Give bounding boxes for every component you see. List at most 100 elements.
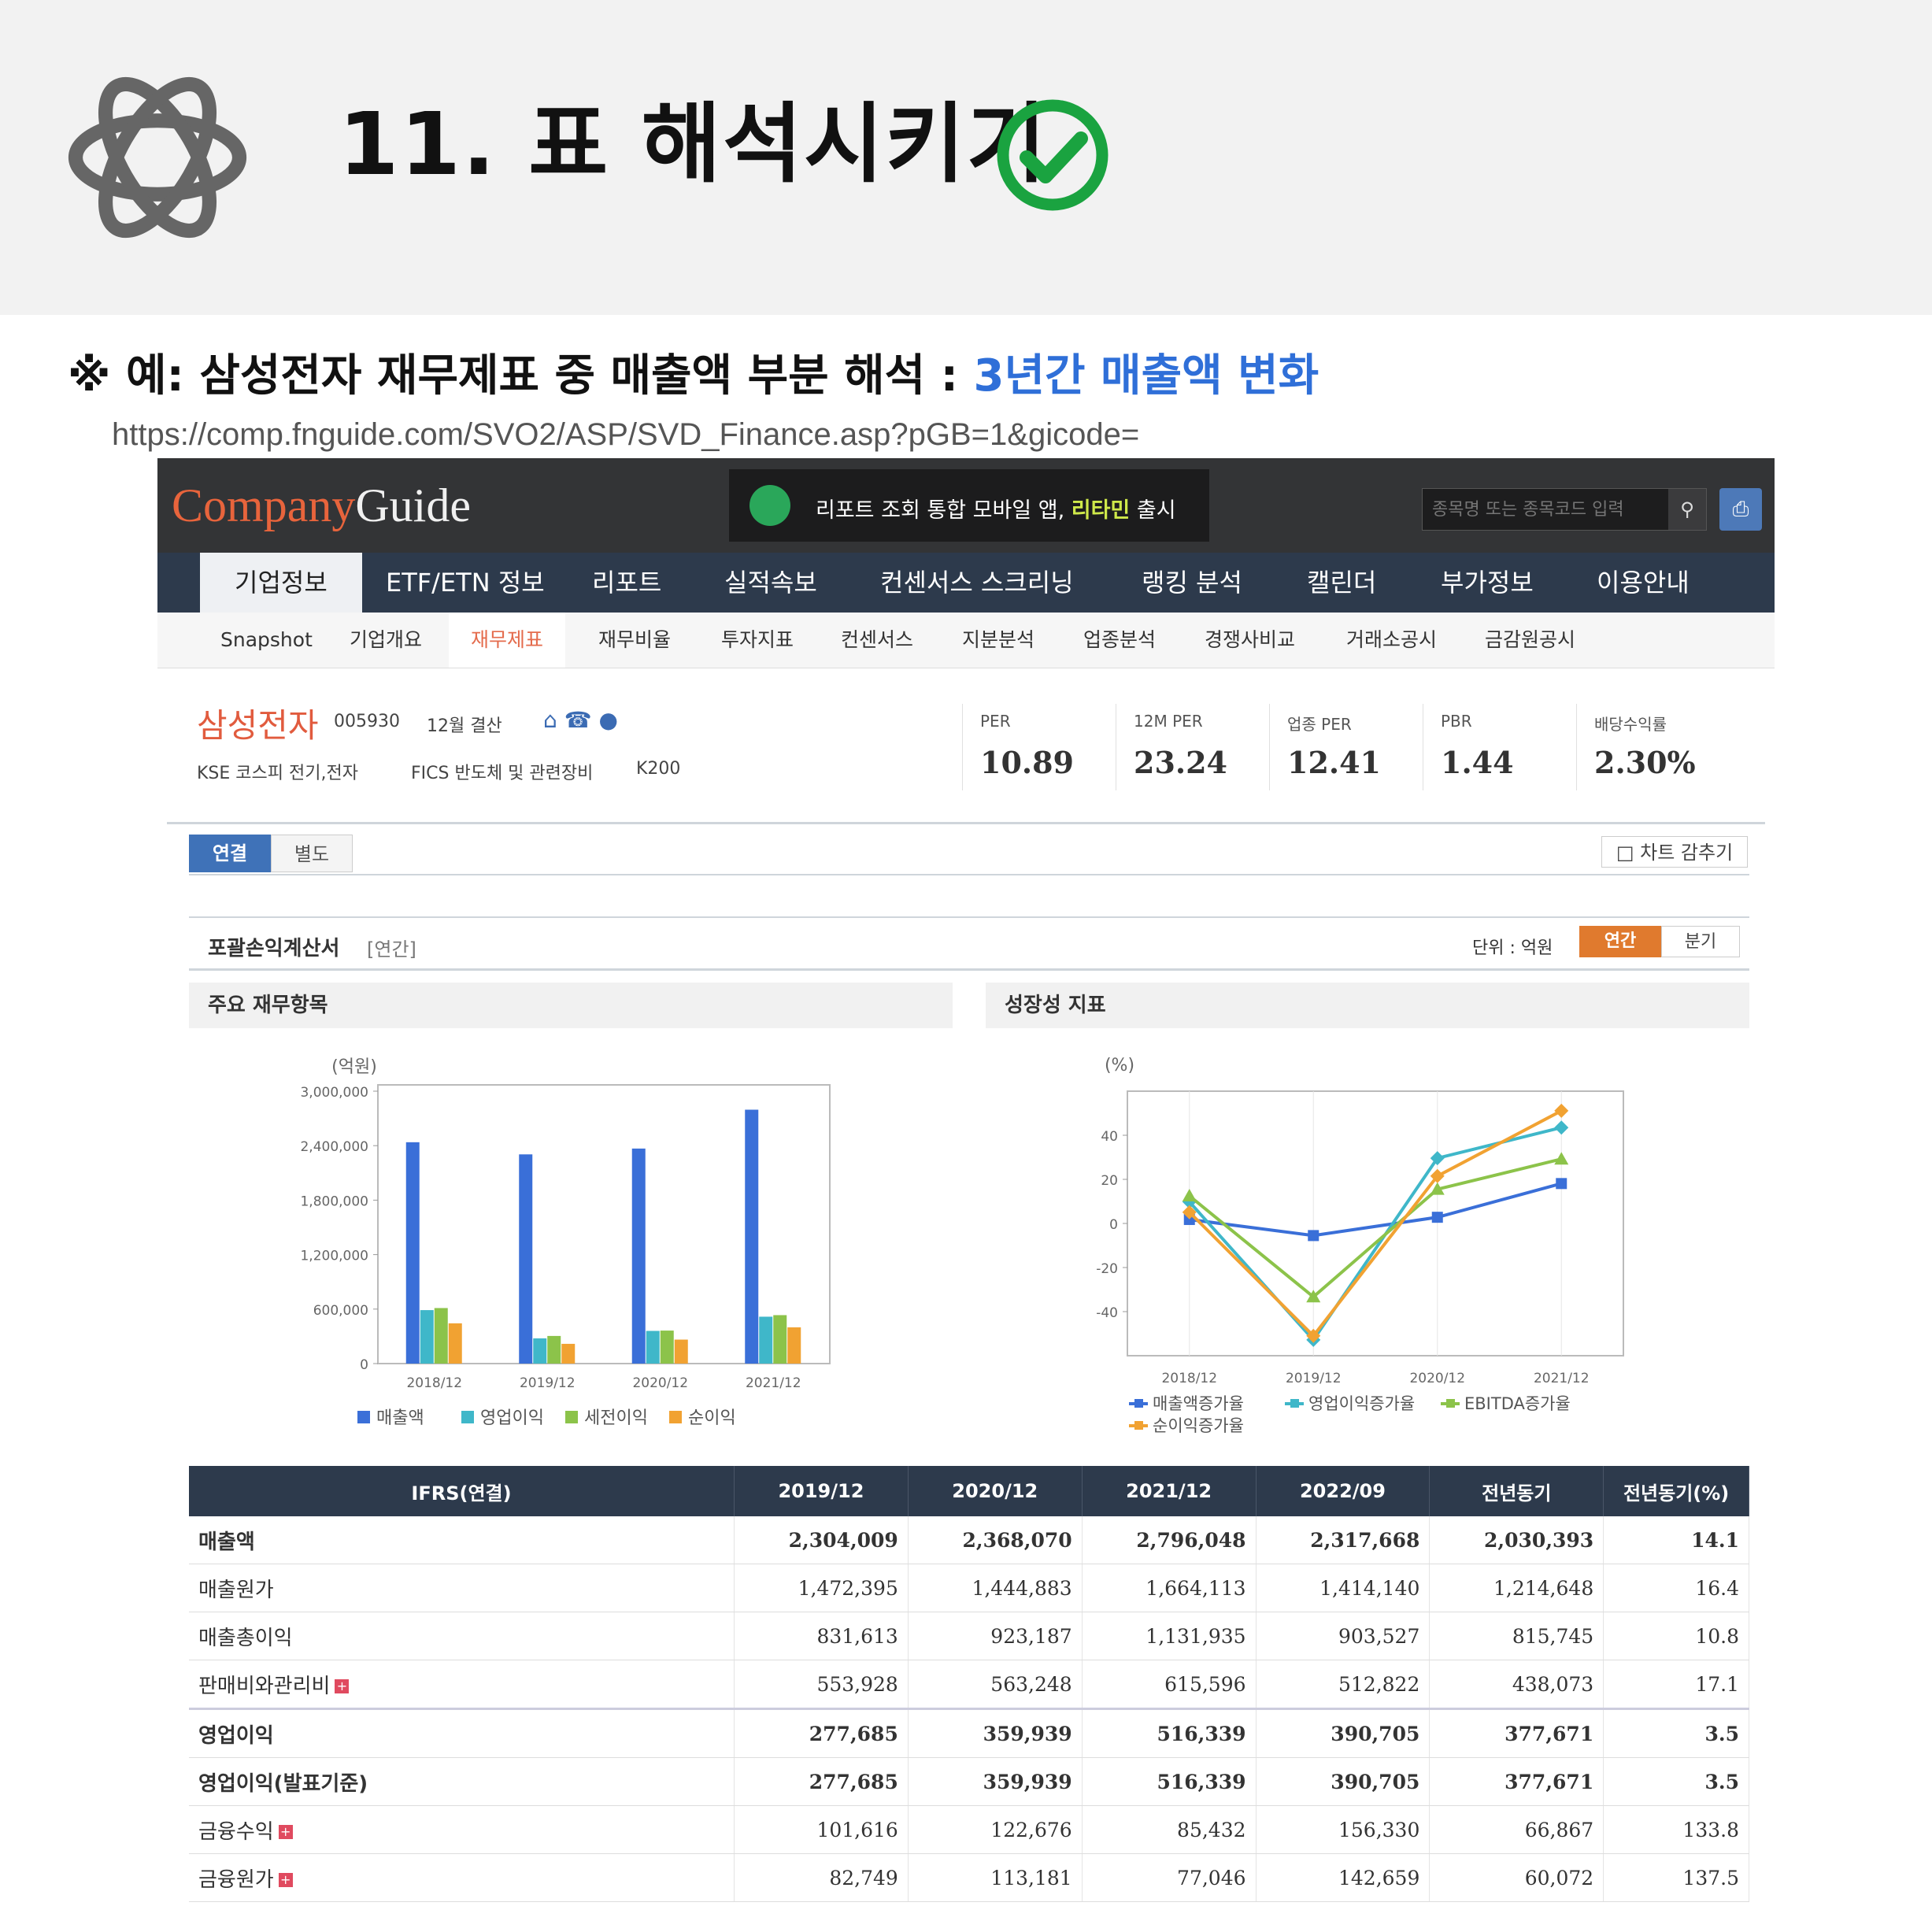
legend-label: 순이익 [688,1408,736,1428]
sub-nav: Snapshot 기업개요 재무제표 재무비율 투자지표 컨센서스 지분분석 업… [157,613,1775,668]
main-nav-calendar[interactable]: 캘린더 [1307,553,1376,613]
bar-세전이익 [547,1335,561,1364]
sub-nav-ownership[interactable]: 지분분석 [962,613,1034,668]
y-tick-label: -20 [1096,1261,1118,1277]
brand-logo[interactable]: CompanyGuide [172,479,471,533]
expand-plus-icon[interactable]: + [335,1679,350,1693]
row-label: 영업이익 [189,1708,735,1758]
y-tick-label: 600,000 [313,1303,368,1319]
table-row: 금융수익 +101,616 122,676 85,432 156,330 66,867 13… [189,1805,1749,1854]
company-code: 005930 [334,712,400,731]
annual-button[interactable]: 연간 [1579,926,1661,957]
legend-swatch [357,1411,370,1423]
table-cell: 113,181 [908,1853,1083,1902]
main-nav-consensus-screening[interactable]: 컨센서스 스크리닝 [880,553,1074,613]
phone-icon[interactable]: ☎ [564,707,592,733]
row-label: 매출액 [189,1516,735,1564]
table-header: IFRS(연결) [189,1466,735,1516]
sub-nav-snapshot[interactable]: Snapshot [220,613,313,668]
legend-label: 매출액 [376,1408,424,1428]
expand-plus-icon[interactable]: + [278,1873,293,1887]
y-tick-label: 20 [1101,1173,1118,1189]
metric-value: 12.41 [1287,745,1381,780]
main-nav-etf[interactable]: ETF/ETN 정보 [386,553,545,613]
y-axis-label: (억원) [331,1057,377,1077]
location-pin-icon[interactable]: ● [598,707,617,733]
table-header: 2021/12 [1082,1466,1257,1516]
sub-nav-industry[interactable]: 업종분석 [1083,613,1156,668]
table-cell: 133.8 [1603,1805,1749,1854]
metric-value: 1.44 [1441,745,1514,780]
table-header: 전년동기 [1429,1466,1604,1516]
statement-header: 포괄손익계산서 [연간] 단위 : 억원 연간 분기 [189,916,1749,971]
main-nav-extra-info[interactable]: 부가정보 [1441,553,1534,613]
metric-label: PBR [1441,712,1472,731]
search-input[interactable] [1430,495,1662,524]
index-membership: K200 [636,759,681,779]
main-nav-ranking[interactable]: 랭킹 분석 [1142,553,1242,613]
table-cell: 1,131,935 [1082,1612,1257,1660]
sub-nav-ratios[interactable]: 재무비율 [598,613,671,668]
legend-swatch [461,1411,474,1423]
expand-plus-icon[interactable]: + [278,1825,293,1839]
row-label[interactable]: 판매비와관리비 + [189,1660,735,1709]
main-nav-report[interactable]: 리포트 [592,553,661,613]
tab-separate[interactable]: 별도 [271,835,353,872]
table-cell: 553,928 [734,1660,909,1709]
metric-industry-per: 업종 PER 12.41 [1269,704,1419,790]
table-header: 2019/12 [734,1466,909,1516]
table-row: 판매비와관리비 +553,928 563,248 615,596 512,822 438,… [189,1660,1749,1709]
table-cell: 16.4 [1603,1564,1749,1612]
sub-nav-overview[interactable]: 기업개요 [350,613,422,668]
metric-value: 10.89 [980,745,1074,780]
table-cell: 156,330 [1256,1805,1430,1854]
search-box: ⚲ [1422,488,1707,531]
table-cell: 66,867 [1429,1805,1604,1854]
promo-text: 리포트 조회 통합 모바일 앱, 리타민 출시 [816,493,1176,524]
sub-nav-fss-disclosure[interactable]: 금감원공시 [1485,613,1575,668]
slide-title: 11. 표 해석시키기 [339,94,1048,194]
legend-marker [1446,1399,1455,1408]
search-icon[interactable]: ⚲ [1668,489,1706,530]
table-cell: 77,046 [1082,1853,1257,1902]
tab-consolidated[interactable]: 연결 [189,835,271,872]
sub-nav-krx-disclosure[interactable]: 거래소공시 [1346,613,1437,668]
table-cell: 516,339 [1082,1708,1257,1758]
legend-label: 순이익증가율 [1153,1416,1244,1435]
home-icon[interactable]: ⌂ [543,707,557,733]
main-nav-earnings[interactable]: 실적속보 [724,553,817,613]
legend-label: EBITDA증가율 [1464,1394,1571,1413]
row-label[interactable]: 금융원가 + [189,1853,735,1902]
y-tick-label: 3,000,000 [300,1085,368,1101]
main-nav-company-info[interactable]: 기업정보 [200,553,362,613]
fics-sector: FICS 반도체 및 관련장비 [411,764,594,783]
row-label-text: 판매비와관리비 [198,1674,331,1698]
table-cell: 101,616 [734,1805,909,1854]
sub-nav-invest-index[interactable]: 투자지표 [721,613,794,668]
company-header: 삼성전자 005930 12월 결산 ⌂ ☎ ● KSE 코스피 전기,전자 F… [167,680,1765,824]
row-label[interactable]: 금융수익 + [189,1805,735,1854]
table-row: 매출총이익 831,613 923,187 1,131,935 903,527 815,7… [189,1612,1749,1660]
table-cell: 60,072 [1429,1853,1604,1902]
table-cell: 3.5 [1603,1757,1749,1806]
table-cell: 2,304,009 [734,1516,909,1564]
row-label-text: 금융수익 [198,1819,274,1844]
metric-dividend-yield: 배당수익률 2.30% [1576,704,1727,790]
sub-nav-consensus[interactable]: 컨센서스 [841,613,913,668]
bar-매출액 [405,1142,420,1364]
hide-chart-button[interactable]: □ 차트 감추기 [1601,836,1748,868]
table-cell: 563,248 [908,1660,1083,1709]
quarterly-button[interactable]: 분기 [1661,926,1740,957]
main-nav-guide[interactable]: 이용안내 [1597,553,1690,613]
table-row: 금융원가 +82,749 113,181 77,046 142,659 60,072 137… [189,1853,1749,1902]
sub-nav-financial-statements[interactable]: 재무제표 [449,613,566,668]
point-매출액증가율 [1556,1178,1567,1190]
print-icon[interactable]: ⎙ [1719,488,1762,531]
sub-nav-peer-compare[interactable]: 경쟁사비교 [1205,613,1295,668]
promo-banner[interactable]: 리포트 조회 통합 모바일 앱, 리타민 출시 [729,469,1209,542]
bar-세전이익 [660,1331,674,1364]
legend-marker [1134,1421,1143,1430]
table-cell: 903,527 [1256,1612,1430,1660]
table-cell: 1,472,395 [734,1564,909,1612]
y-tick-label: -40 [1096,1305,1118,1321]
